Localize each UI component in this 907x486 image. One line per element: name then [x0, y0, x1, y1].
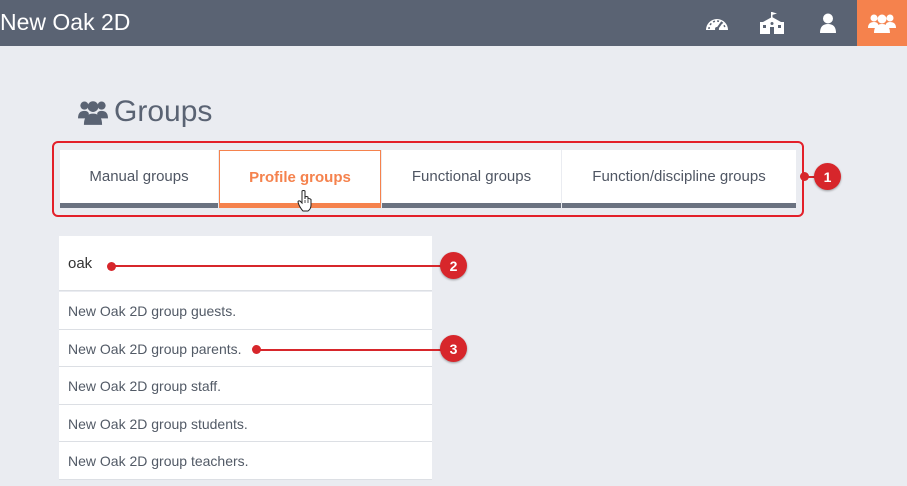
annotation-1-badge: 1 [814, 163, 841, 190]
list-item[interactable]: New Oak 2D group guests. [59, 292, 432, 330]
search-results-list: New Oak 2D group guests. New Oak 2D grou… [59, 292, 432, 480]
annotation-3-line [256, 349, 443, 351]
tab-manual-groups[interactable]: Manual groups [60, 150, 218, 208]
tab-functional-groups[interactable]: Functional groups [382, 150, 561, 208]
profile-button[interactable] [803, 0, 853, 46]
dashboard-icon [706, 19, 728, 31]
app-title: New Oak 2D [0, 9, 131, 35]
tab-function-discipline-groups[interactable]: Function/discipline groups [562, 150, 796, 208]
page-header: Groups [78, 95, 212, 129]
page-title: Groups [114, 95, 213, 128]
list-item[interactable]: New Oak 2D group staff. [59, 367, 432, 405]
annotation-2-dot [107, 262, 116, 271]
groups-button[interactable] [857, 0, 907, 46]
groups-icon [78, 101, 108, 125]
annotation-2-line [111, 265, 443, 267]
top-navigation-bar: New Oak 2D [0, 0, 907, 46]
school-button[interactable] [747, 0, 797, 46]
groups-icon [868, 14, 896, 33]
school-icon [760, 12, 784, 34]
list-item[interactable]: New Oak 2D group teachers. [59, 442, 432, 480]
annotation-2-badge: 2 [440, 252, 467, 279]
user-icon [820, 13, 836, 33]
hand-pointer-cursor-icon [297, 190, 312, 212]
annotation-3-badge: 3 [440, 335, 467, 362]
list-item[interactable]: New Oak 2D group students. [59, 404, 432, 443]
dashboard-button[interactable] [692, 0, 742, 46]
